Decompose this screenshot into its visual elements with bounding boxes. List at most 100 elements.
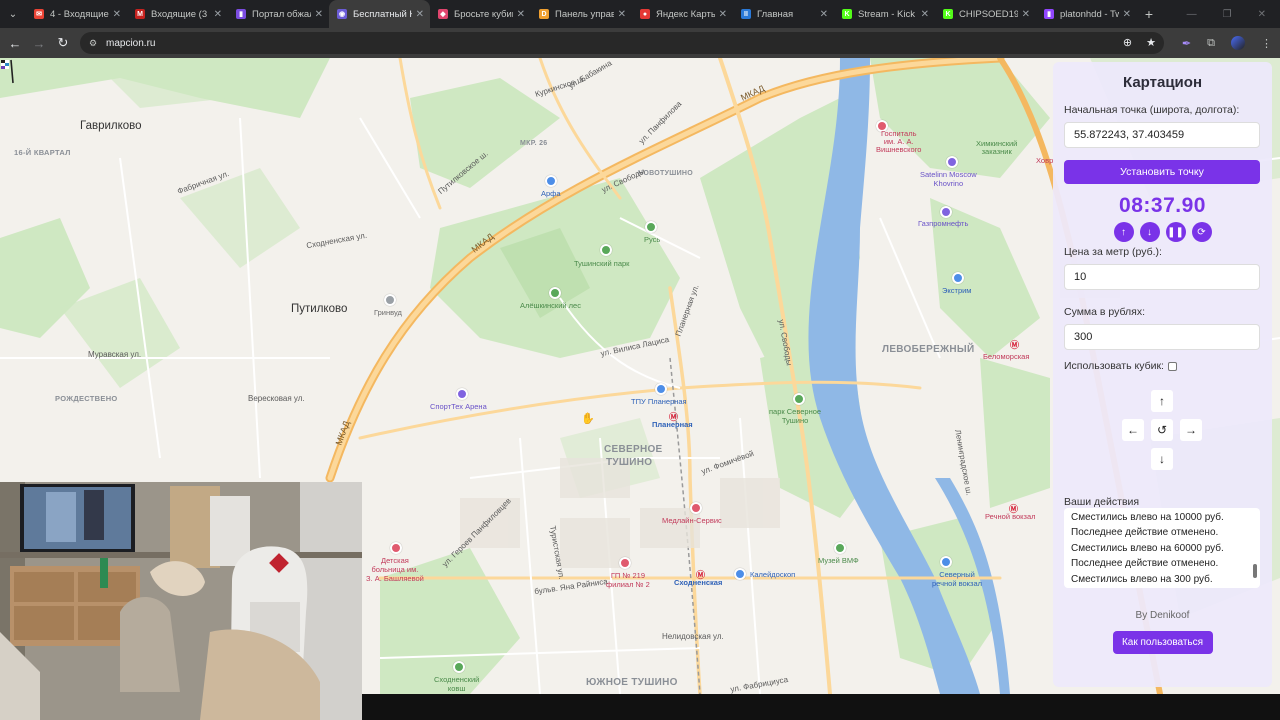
browser-menu-icon[interactable]: ⋮ xyxy=(1261,37,1272,50)
arrow-left-icon[interactable]: ← xyxy=(1122,419,1144,441)
browser-tab[interactable]: ✉ 4 - Входящие ✕ xyxy=(26,0,127,28)
poi-pin-icon[interactable] xyxy=(456,388,468,400)
poi-pin-icon[interactable] xyxy=(940,556,952,568)
tab-close-icon[interactable]: ✕ xyxy=(315,9,323,20)
tab-close-icon[interactable]: ✕ xyxy=(214,9,222,20)
browser-tab[interactable]: II Главная ✕ xyxy=(733,0,834,28)
url-text: mapcion.ru xyxy=(106,37,156,49)
tab-close-icon[interactable]: ✕ xyxy=(820,9,828,20)
arrow-up-circle-icon[interactable]: ↑ xyxy=(1113,222,1134,242)
metro-label: Планерная xyxy=(652,420,693,429)
street-label: Нелидовская ул. xyxy=(662,632,724,641)
maximize-icon[interactable]: ❐ xyxy=(1223,9,1232,20)
browser-tab[interactable]: ◆ Бросьте кубик ✕ xyxy=(430,0,531,28)
arrow-down-icon[interactable]: ↓ xyxy=(1151,448,1173,470)
start-point-input[interactable]: 55.872243, 37.403459 xyxy=(1064,122,1260,148)
profile-avatar-icon[interactable] xyxy=(1231,36,1245,50)
tab-search-chevron-icon[interactable]: ⌄ xyxy=(0,0,26,28)
extensions-row: ✒ ⧉ ⋮ xyxy=(1182,36,1272,50)
new-tab-plus-icon[interactable]: + xyxy=(1137,6,1161,22)
address-bar[interactable]: ⚙ mapcion.ru ⊕ ★ xyxy=(80,32,1164,54)
district-label: ЛЕВОБЕРЕЖНЫЙ xyxy=(882,344,975,355)
tab-close-icon[interactable]: ✕ xyxy=(921,9,929,20)
actions-log[interactable]: Сместились влево на 10000 руб. Последнее… xyxy=(1064,508,1260,588)
district-label: МКР. 26 xyxy=(520,140,548,147)
poi-pin-icon[interactable] xyxy=(549,287,561,299)
browser-tab[interactable]: K CHIPSOED196 ✕ xyxy=(935,0,1036,28)
place-label: Путилково xyxy=(291,303,348,315)
poi-label: парк Северное Тушино xyxy=(769,407,822,425)
poi-pin-icon[interactable] xyxy=(793,393,805,405)
site-info-icon[interactable]: ⚙ xyxy=(86,36,100,50)
use-cube-row: Использовать кубик: xyxy=(1064,360,1261,372)
browser-tab[interactable]: M Входящие (3 8 ✕ xyxy=(127,0,228,28)
sum-input[interactable]: 300 xyxy=(1064,324,1260,350)
use-cube-label: Использовать кубик: xyxy=(1064,360,1164,372)
browser-tab[interactable]: ◉ Бесплатный К ✕ xyxy=(329,0,430,28)
tab-favicon-icon: K xyxy=(943,9,953,19)
arrow-up-icon[interactable]: ↑ xyxy=(1151,390,1173,412)
district-label: СЕВЕРНОЕ xyxy=(604,444,663,455)
close-window-icon[interactable]: ✕ xyxy=(1258,9,1266,20)
refresh-icon[interactable]: ⟳ xyxy=(1191,222,1212,242)
poi-pin-icon[interactable] xyxy=(940,206,952,218)
poi-pin-icon[interactable] xyxy=(734,568,746,580)
poi-pin-icon[interactable] xyxy=(600,244,612,256)
arrow-down-circle-icon[interactable]: ↓ xyxy=(1139,222,1160,242)
tab-label: Бросьте кубик xyxy=(454,8,513,20)
pause-icon[interactable]: ❚❚ xyxy=(1165,222,1186,242)
poi-pin-icon[interactable] xyxy=(453,661,465,673)
price-per-meter-input[interactable]: 10 xyxy=(1064,264,1260,290)
tab-label: Бесплатный К xyxy=(353,8,412,20)
tab-close-icon[interactable]: ✕ xyxy=(416,9,424,20)
undo-icon[interactable]: ↺ xyxy=(1151,419,1173,441)
poi-pin-icon[interactable] xyxy=(390,542,402,554)
extension-feather-icon[interactable]: ✒ xyxy=(1182,37,1191,50)
extensions-puzzle-icon[interactable]: ⧉ xyxy=(1207,37,1215,50)
zoom-icon[interactable]: ⊕ xyxy=(1123,36,1132,49)
reload-icon[interactable]: ↻ xyxy=(51,28,75,58)
poi-pin-icon[interactable] xyxy=(384,294,396,306)
browser-tab[interactable]: K Stream - Kick ✕ xyxy=(834,0,935,28)
district-label: ТУШИНО xyxy=(606,457,653,468)
tab-close-icon[interactable]: ✕ xyxy=(1123,9,1131,20)
poi-pin-icon[interactable] xyxy=(619,557,631,569)
author-byline: By Denikoof xyxy=(1135,610,1190,621)
tab-close-icon[interactable]: ✕ xyxy=(517,9,525,20)
browser-tab[interactable]: ▮ platonhdd - Tw ✕ xyxy=(1036,0,1137,28)
bookmark-star-icon[interactable]: ★ xyxy=(1146,36,1156,49)
browser-tab[interactable]: D Панель управ ✕ xyxy=(531,0,632,28)
tab-label: Входящие (3 8 xyxy=(151,8,210,20)
poi-pin-icon[interactable] xyxy=(952,272,964,284)
poi-pin-icon[interactable] xyxy=(690,502,702,514)
webcam-image xyxy=(0,482,362,720)
actions-scrollbar[interactable] xyxy=(1253,564,1257,578)
poi-label: ТПУ Планерная xyxy=(631,397,687,406)
arrow-right-icon[interactable]: → xyxy=(1180,419,1202,441)
tab-close-icon[interactable]: ✕ xyxy=(1022,9,1030,20)
how-to-use-button[interactable]: Как пользоваться xyxy=(1112,631,1213,654)
poi-pin-icon[interactable] xyxy=(645,221,657,233)
back-arrow-icon[interactable]: ← xyxy=(3,28,27,58)
poi-label: Химкинский заказник xyxy=(976,139,1018,156)
minimize-icon[interactable]: — xyxy=(1187,9,1197,20)
set-point-button[interactable]: Установить точку xyxy=(1064,160,1260,184)
tab-close-icon[interactable]: ✕ xyxy=(618,9,626,20)
poi-pin-icon[interactable] xyxy=(545,175,557,187)
browser-tab[interactable]: ● Яндекс Карты ✕ xyxy=(632,0,733,28)
poi-pin-icon[interactable] xyxy=(834,542,846,554)
webcam-overlay xyxy=(0,482,362,720)
forward-arrow-icon[interactable]: → xyxy=(27,28,51,58)
timer-controls: ↑ ↓ ❚❚ ⟳ xyxy=(1064,222,1261,242)
price-per-meter-label: Цена за метр (руб.): xyxy=(1064,246,1162,258)
browser-tab[interactable]: ▮ Портал обжал ✕ xyxy=(228,0,329,28)
poi-label: Северный речной вокзал xyxy=(932,570,983,588)
poi-pin-icon[interactable] xyxy=(946,156,958,168)
use-cube-checkbox[interactable] xyxy=(1167,361,1177,371)
checkered-flag-icon[interactable] xyxy=(0,58,14,84)
tab-close-icon[interactable]: ✕ xyxy=(113,9,121,20)
metro-label: Речной вокзал xyxy=(985,512,1036,521)
tab-close-icon[interactable]: ✕ xyxy=(719,9,727,20)
poi-label: Газпромнефть xyxy=(918,219,969,228)
poi-pin-icon[interactable] xyxy=(655,383,667,395)
